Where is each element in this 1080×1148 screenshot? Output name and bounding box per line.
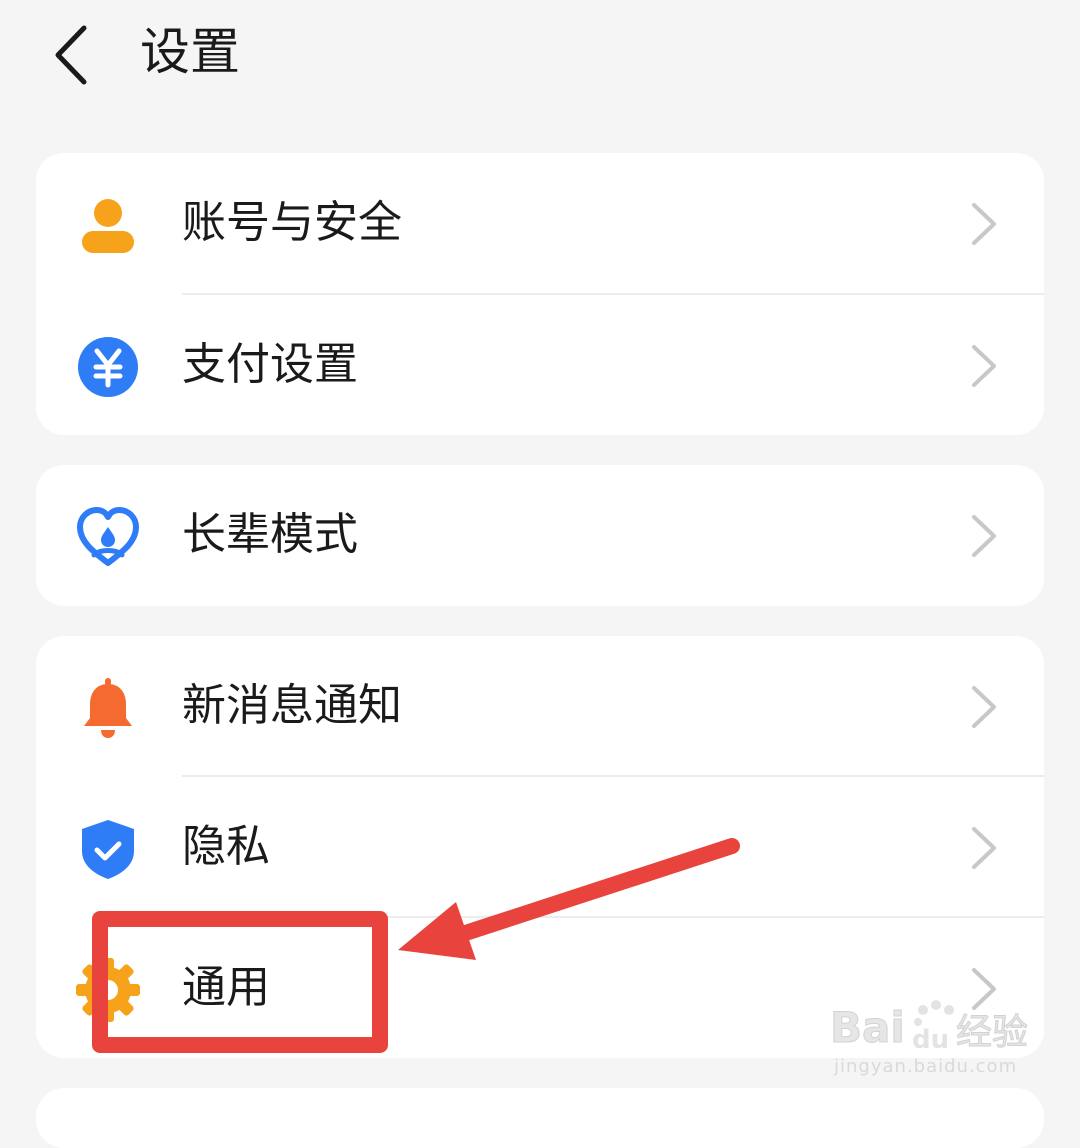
chevron-right-icon (972, 515, 996, 557)
chevron-right-icon (972, 827, 996, 869)
svg-text:du: du (912, 1025, 949, 1055)
watermark-url: jingyan.baidu.com (834, 1056, 1018, 1077)
back-button[interactable] (48, 20, 104, 90)
account-person-icon (82, 199, 134, 253)
svg-text:经验: 经验 (956, 1012, 1028, 1053)
settings-item-label: 支付设置 (182, 339, 358, 390)
chevron-right-icon (972, 345, 996, 387)
settings-card-more (36, 1088, 1044, 1148)
settings-item-label: 新消息通知 (182, 680, 402, 731)
payment-yuan-icon (78, 337, 138, 397)
baidu-watermark: Bai du 经验 jingyan.baidu.com (824, 990, 1034, 1086)
settings-item-notifications[interactable]: 新消息通知 (36, 636, 1044, 777)
bell-icon (84, 678, 132, 738)
settings-card-elder: 长辈模式 (36, 465, 1044, 606)
settings-card-account: 账号与安全 支付设置 (36, 153, 1044, 435)
back-arrow-icon (55, 25, 87, 85)
settings-item-account-security[interactable]: 账号与安全 (36, 153, 1044, 294)
settings-item-label: 账号与安全 (182, 197, 402, 248)
chevron-right-icon (972, 686, 996, 728)
settings-item-label: 隐私 (182, 821, 270, 872)
elder-heart-icon (77, 507, 139, 566)
settings-item-payment[interactable]: 支付设置 (36, 295, 1044, 435)
svg-text:Bai: Bai (830, 1003, 905, 1052)
settings-item-elder-mode[interactable]: 长辈模式 (36, 465, 1044, 606)
highlight-box (92, 911, 388, 1053)
settings-item-label: 长辈模式 (182, 509, 358, 560)
baidu-logo: Bai du 经验 (830, 996, 1030, 1060)
privacy-shield-icon (82, 820, 134, 879)
settings-item-privacy[interactable]: 隐私 (36, 777, 1044, 918)
chevron-right-icon (972, 203, 996, 245)
page-title: 设置 (140, 23, 240, 81)
top-bar: 设置 (0, 0, 1080, 110)
